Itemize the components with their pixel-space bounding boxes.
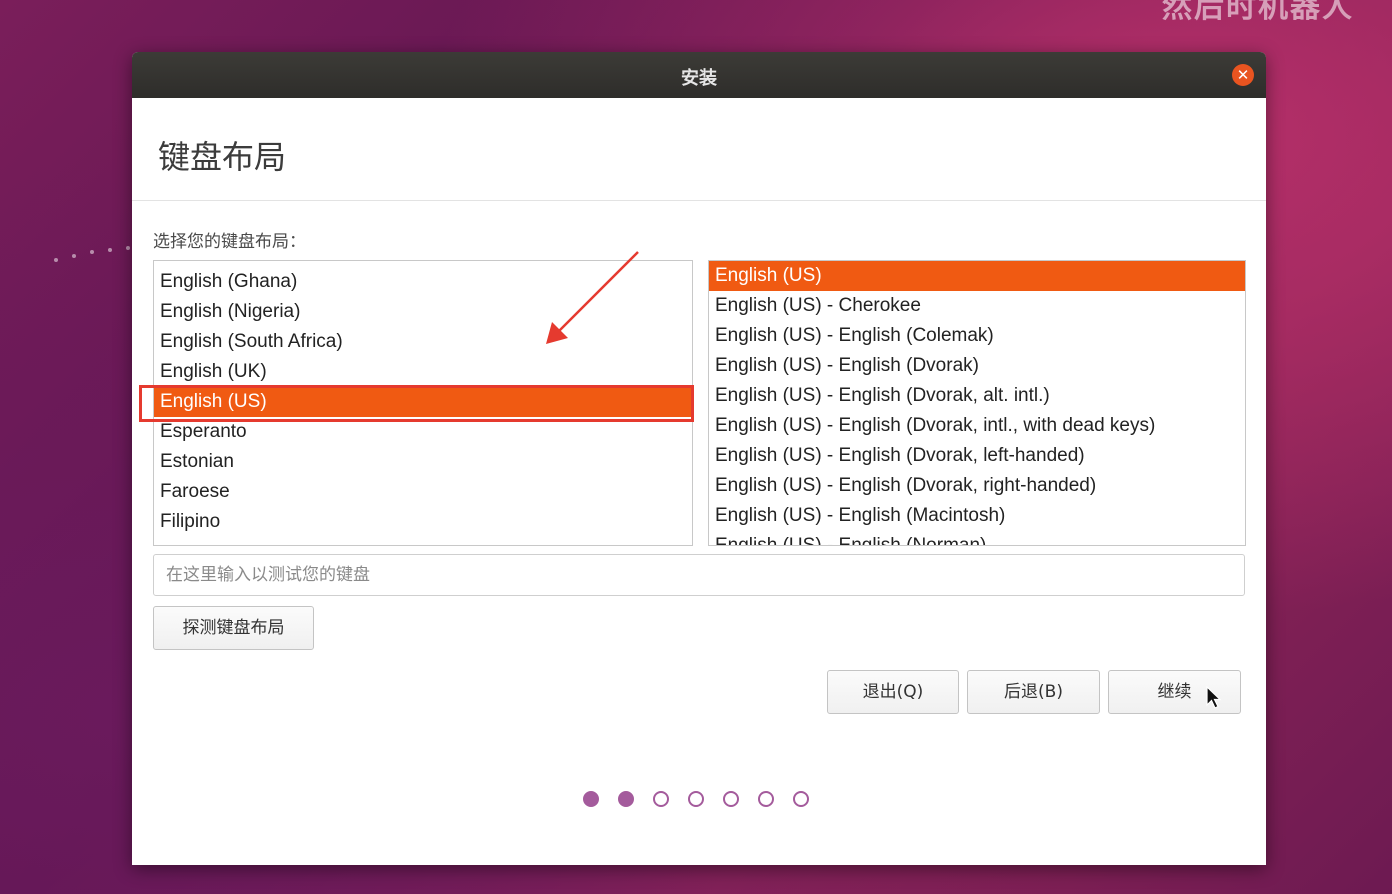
continue-button[interactable]: 继续 — [1108, 670, 1241, 714]
variant-item[interactable]: English (US) - Cherokee — [709, 291, 1245, 321]
keyboard-variant-list[interactable]: English (US) English (US) - Cherokee Eng… — [708, 260, 1246, 546]
variant-item[interactable]: English (US) - English (Dvorak) — [709, 351, 1245, 381]
variant-item-selected[interactable]: English (US) — [709, 261, 1245, 291]
variant-item[interactable]: English (US) - English (Dvorak, right-ha… — [709, 471, 1245, 501]
header-divider — [132, 200, 1266, 201]
background-decoration — [50, 240, 140, 270]
keyboard-test-input[interactable] — [153, 554, 1245, 596]
progress-dot — [723, 791, 739, 807]
progress-dot — [793, 791, 809, 807]
list-item[interactable]: Faroese — [154, 477, 692, 507]
list-item[interactable]: Estonian — [154, 447, 692, 477]
back-button[interactable]: 后退(B) — [967, 670, 1100, 714]
quit-button[interactable]: 退出(Q) — [827, 670, 959, 714]
progress-dot — [653, 791, 669, 807]
progress-dot-complete — [583, 791, 599, 807]
list-item[interactable]: English (South Africa) — [154, 327, 692, 357]
progress-dot — [758, 791, 774, 807]
variant-item[interactable]: English (US) - English (Dvorak, intl., w… — [709, 411, 1245, 441]
variant-item[interactable]: English (US) - English (Dvorak, left-han… — [709, 441, 1245, 471]
list-item[interactable]: English (UK) — [154, 357, 692, 387]
progress-dot-complete — [618, 791, 634, 807]
keyboard-layout-list[interactable]: English (Ghana) English (Nigeria) Englis… — [153, 260, 693, 546]
close-icon[interactable]: ✕ — [1232, 64, 1254, 86]
variant-item[interactable]: English (US) - English (Macintosh) — [709, 501, 1245, 531]
window-title: 安装 — [681, 68, 717, 89]
page-title: 键盘布局 — [158, 138, 287, 176]
variant-item[interactable]: English (US) - English (Dvorak, alt. int… — [709, 381, 1245, 411]
list-item-selected[interactable]: English (US) — [154, 387, 692, 417]
detect-layout-button[interactable]: 探测键盘布局 — [153, 606, 314, 650]
layout-prompt: 选择您的键盘布局： — [153, 232, 306, 252]
list-item[interactable]: English (Nigeria) — [154, 297, 692, 327]
background-watermark: 然后时机器人 — [1162, 0, 1354, 22]
list-item[interactable]: English (Ghana) — [154, 267, 692, 297]
list-item[interactable]: Esperanto — [154, 417, 692, 447]
variant-item[interactable]: English (US) - English (Norman) — [709, 531, 1245, 545]
variant-item[interactable]: English (US) - English (Colemak) — [709, 321, 1245, 351]
title-bar: 安装 ✕ — [132, 52, 1266, 98]
installer-window: 安装 ✕ 键盘布局 选择您的键盘布局： English (Ghana) Engl… — [132, 52, 1266, 865]
list-item[interactable]: Filipino — [154, 507, 692, 537]
progress-dot — [688, 791, 704, 807]
